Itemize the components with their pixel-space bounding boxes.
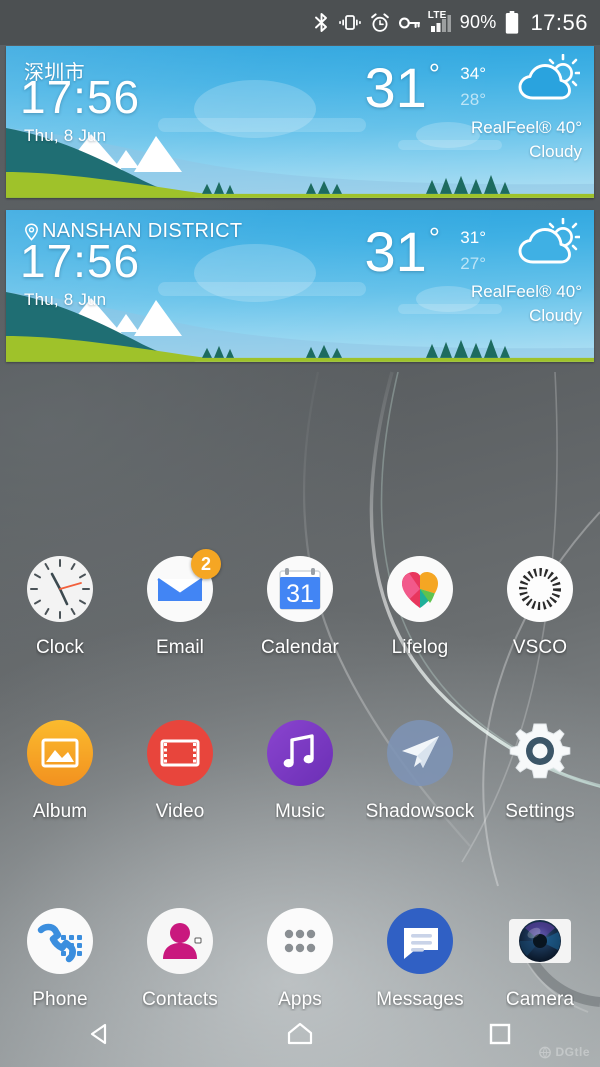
- vsco-ring-icon: [503, 552, 577, 626]
- lifelog-heart-icon: [383, 552, 457, 626]
- app-label: VSCO: [513, 637, 567, 659]
- app-video[interactable]: Video: [120, 710, 240, 874]
- temp-degree: °: [429, 222, 440, 253]
- home-screen: LTE 90% 17:56: [0, 0, 600, 1067]
- app-lifelog[interactable]: Lifelog: [360, 546, 480, 710]
- app-email[interactable]: 2 Email: [120, 546, 240, 710]
- app-clock[interactable]: Clock: [0, 546, 120, 710]
- video-film-icon: [143, 716, 217, 790]
- widget-date: Thu, 8 Jun: [24, 290, 106, 310]
- app-row-2: Album Video: [0, 710, 600, 874]
- signal-lte-icon: LTE: [429, 13, 451, 33]
- watermark-logo-icon: [538, 1046, 552, 1059]
- app-label: Clock: [36, 637, 84, 659]
- recents-square-icon: [486, 1020, 514, 1048]
- battery-percent: 90%: [460, 12, 497, 33]
- app-music[interactable]: Music: [240, 710, 360, 874]
- app-label: Email: [156, 637, 204, 659]
- weather-widget-nanshan[interactable]: NANSHAN DISTRICT 17:56 Thu, 8 Jun 31° 31…: [6, 210, 594, 362]
- calendar-icon: 31: [263, 552, 337, 626]
- temp-degree: °: [429, 58, 440, 89]
- widget-condition: Cloudy: [529, 306, 582, 326]
- clock-icon: [23, 552, 97, 626]
- app-vsco[interactable]: VSCO: [480, 546, 600, 710]
- widget-low-temp: 28°: [446, 90, 486, 110]
- gear-icon: [503, 716, 577, 790]
- calendar-day-number: 31: [286, 580, 314, 608]
- widget-high-temp: 31°: [446, 228, 486, 248]
- camera-lens-icon: [503, 904, 577, 978]
- app-label: Video: [156, 801, 205, 823]
- home-button[interactable]: [200, 1000, 400, 1067]
- widget-low-temp: 27°: [446, 254, 486, 274]
- temp-value: 31: [365, 56, 427, 119]
- phone-dialer-icon: [23, 904, 97, 978]
- weather-widget-shenzhen[interactable]: 深圳市 17:56 Thu, 8 Jun 31° 34° 28° RealFee…: [6, 46, 594, 198]
- bluetooth-icon: [313, 12, 330, 33]
- email-icon: 2: [143, 552, 217, 626]
- app-row-1: Clock 2 Email: [0, 546, 600, 710]
- weather-info: NANSHAN DISTRICT 17:56 Thu, 8 Jun 31° 31…: [6, 210, 594, 362]
- vibrate-icon: [339, 13, 361, 32]
- app-label: Music: [275, 801, 325, 823]
- temp-value: 31: [365, 220, 427, 283]
- album-photo-icon: [23, 716, 97, 790]
- app-label: Calendar: [261, 637, 339, 659]
- widget-realfeel: RealFeel® 40°: [471, 118, 582, 138]
- app-album[interactable]: Album: [0, 710, 120, 874]
- weather-info: 深圳市 17:56 Thu, 8 Jun 31° 34° 28° RealFee…: [6, 46, 594, 198]
- app-shadowsocks[interactable]: Shadowsock: [360, 710, 480, 874]
- vpn-key-icon: [399, 16, 420, 30]
- widget-time: 17:56: [20, 74, 140, 120]
- app-label: Settings: [505, 801, 574, 823]
- watermark: DGtle: [538, 1045, 590, 1059]
- battery-icon: [505, 11, 519, 34]
- app-label: Shadowsock: [366, 801, 475, 823]
- widget-date: Thu, 8 Jun: [24, 126, 106, 146]
- app-calendar[interactable]: 31 Calendar: [240, 546, 360, 710]
- apps-grid-icon: [263, 904, 337, 978]
- lte-label: LTE: [428, 10, 447, 21]
- widget-condition: Cloudy: [529, 142, 582, 162]
- navigation-bar: [0, 1000, 600, 1067]
- alarm-icon: [370, 13, 390, 33]
- back-button[interactable]: [0, 1000, 200, 1067]
- paper-plane-icon: [383, 716, 457, 790]
- app-settings[interactable]: Settings: [480, 710, 600, 874]
- cloud-sun-icon: [514, 218, 580, 276]
- music-note-icon: [263, 716, 337, 790]
- watermark-text: DGtle: [555, 1045, 590, 1059]
- widget-temperature: 31°: [365, 224, 441, 280]
- status-bar[interactable]: LTE 90% 17:56: [0, 0, 600, 45]
- widget-high-temp: 34°: [446, 64, 486, 84]
- contacts-person-icon: [143, 904, 217, 978]
- app-label: Album: [33, 801, 87, 823]
- cloud-sun-icon: [514, 54, 580, 112]
- status-bar-clock: 17:56: [530, 10, 588, 36]
- home-house-icon: [284, 1019, 316, 1049]
- widget-realfeel: RealFeel® 40°: [471, 282, 582, 302]
- back-triangle-icon: [85, 1019, 115, 1049]
- app-grid: Clock 2 Email: [0, 546, 600, 1058]
- notification-badge: 2: [191, 549, 221, 579]
- widget-temperature: 31°: [365, 60, 441, 116]
- widget-time: 17:56: [20, 238, 140, 284]
- app-label: Lifelog: [392, 637, 449, 659]
- message-bubble-icon: [383, 904, 457, 978]
